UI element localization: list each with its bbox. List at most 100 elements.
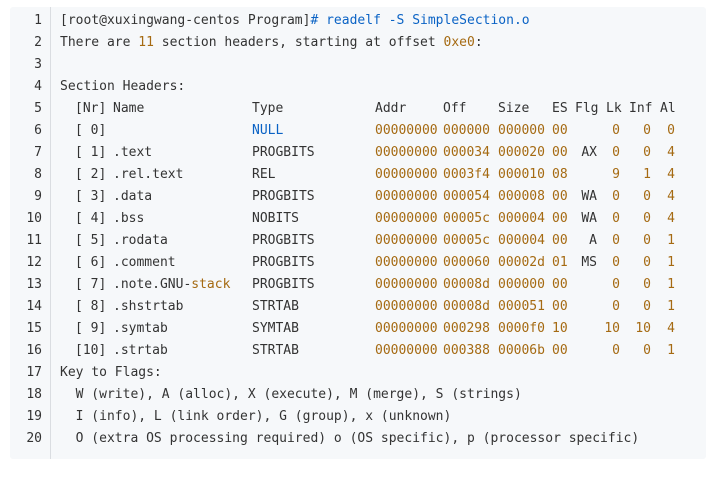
section-name: .bss [113, 211, 145, 226]
cell-al: 4 [667, 145, 675, 160]
cell-es: 00 [552, 299, 568, 314]
line-number: 6 [34, 123, 42, 138]
prompt-user-host: [root@xuxingwang-centos Program] [60, 13, 311, 28]
section-name: .rel.text [113, 167, 184, 182]
cell-size: 000008 [498, 189, 545, 204]
cell-es: 00 [552, 277, 568, 292]
code-line-column-headers: [Nr] Name Type Addr Off Size ES Flg Lk I… [50, 98, 706, 120]
key-line: O (extra OS processing required) o (OS s… [60, 431, 640, 446]
cell-nr: [ 0] [75, 123, 107, 138]
cell-name: .shstrtab [113, 296, 183, 318]
line-number: 20 [26, 431, 42, 446]
code-block: 1 2 3 4 5 6 7 8 9 10 11 12 13 14 15 16 17 18 19 20 [root@xu… [10, 7, 706, 459]
cell-al: 1 [667, 277, 675, 292]
cell-size: 0000f0 [498, 321, 545, 336]
section-name: .note.GNU- [113, 277, 192, 292]
cell-name: .rel.text [113, 164, 183, 186]
cell-nr: [ 9] [75, 321, 107, 336]
cell-size: 000051 [498, 299, 545, 314]
cell-al: 4 [667, 321, 675, 336]
cell-addr: 00000000 [375, 233, 438, 248]
cell-nr: [ 2] [75, 167, 107, 182]
cell-type: NULL [252, 123, 284, 138]
cell-addr: 00000000 [375, 211, 438, 226]
section-name: .comment [113, 255, 176, 270]
col-header-name: Name [113, 101, 145, 116]
cell-al: 1 [667, 343, 675, 358]
summary-middle: section headers, starting at offset [153, 35, 444, 50]
code-line-summary: There are 11 section headers, starting a… [50, 32, 706, 54]
summary-suffix: : [474, 35, 483, 50]
cell-al: 4 [667, 189, 675, 204]
section-row: [ 2] .rel.text REL 00000000 0003f4 000010 08 9 1… [50, 164, 706, 186]
section-name-highlight: stack [191, 277, 231, 292]
cell-off: 00005c [443, 233, 490, 248]
cell-size: 00002d [498, 255, 545, 270]
section-row: [ 0] NULL 00000000 000000 000000 00 0 0 0 [50, 120, 706, 142]
cell-type: NOBITS [252, 211, 299, 226]
cell-name: .note.GNU-stack [113, 274, 230, 296]
cell-addr: 00000000 [375, 145, 438, 160]
line-number: 3 [34, 57, 42, 72]
key-to-flags-title: Key to Flags: [60, 365, 162, 380]
prompt-command: # readelf -S SimpleSection.o [310, 13, 530, 28]
col-header-off: Off [443, 101, 467, 116]
cell-off: 000388 [443, 343, 490, 358]
cell-nr: [ 5] [75, 233, 107, 248]
section-name: .symtab [113, 321, 168, 336]
line-number: 17 [26, 365, 42, 380]
cell-addr: 00000000 [375, 299, 438, 314]
cell-off: 000000 [443, 123, 490, 138]
col-header-lk: Lk [606, 101, 622, 116]
col-header-flg: Flg [575, 101, 599, 116]
cell-addr: 00000000 [375, 123, 438, 138]
cell-type: STRTAB [252, 299, 299, 314]
key-line: I (info), L (link order), G (group), x (… [60, 409, 452, 424]
cell-off: 000034 [443, 145, 490, 160]
col-header-al: Al [660, 101, 676, 116]
cell-name: .bss [113, 208, 144, 230]
col-header-es: ES [552, 101, 568, 116]
cell-off: 000060 [443, 255, 490, 270]
cell-type: PROGBITS [252, 255, 315, 270]
cell-name: .strtab [113, 340, 168, 362]
cell-nr: [ 3] [75, 189, 107, 204]
cell-addr: 00000000 [375, 321, 438, 336]
code-line-key-1: W (write), A (alloc), X (execute), M (me… [50, 384, 706, 406]
cell-nr: [ 4] [75, 211, 107, 226]
cell-name: .symtab [113, 318, 168, 340]
line-number: 14 [26, 299, 42, 314]
cell-type: PROGBITS [252, 189, 315, 204]
code-line-prompt: [root@xuxingwang-centos Program]# readel… [50, 10, 706, 32]
section-headers-title: Section Headers: [60, 79, 186, 94]
cell-off: 00005c [443, 211, 490, 226]
line-number: 16 [26, 343, 42, 358]
line-number: 4 [34, 79, 42, 94]
section-row: [ 8] .shstrtab STRTAB 00000000 00008d 000051 0… [50, 296, 706, 318]
cell-addr: 00000000 [375, 167, 438, 182]
cell-es: 08 [552, 167, 568, 182]
cell-type: SYMTAB [252, 321, 299, 336]
line-number: 5 [34, 101, 42, 116]
col-header-nr: [Nr] [75, 101, 107, 116]
cell-nr: [ 7] [75, 277, 107, 292]
key-line: W (write), A (alloc), X (execute), M (me… [60, 387, 522, 402]
section-row: [ 6] .comment PROGBITS 00000000 000060 00002d… [50, 252, 706, 274]
cell-off: 000298 [443, 321, 490, 336]
section-name: .strtab [113, 343, 168, 358]
line-number: 9 [34, 189, 42, 204]
cell-nr: [ 6] [75, 255, 107, 270]
cell-es: 00 [552, 123, 568, 138]
cell-type: STRTAB [252, 343, 299, 358]
section-row: [ 7] .note.GNU-stack PROGBITS 00000000 00008… [50, 274, 706, 296]
summary-prefix: There are [60, 35, 139, 50]
cell-al: 4 [667, 211, 675, 226]
section-name: .data [113, 189, 153, 204]
cell-es: 00 [552, 343, 568, 358]
cell-name: .rodata [113, 230, 168, 252]
code-line-key-2: I (info), L (link order), G (group), x (… [50, 406, 706, 428]
cell-off: 0003f4 [443, 167, 490, 182]
cell-al: 1 [667, 299, 675, 314]
cell-size: 000020 [498, 145, 545, 160]
cell-size: 00006b [498, 343, 545, 358]
